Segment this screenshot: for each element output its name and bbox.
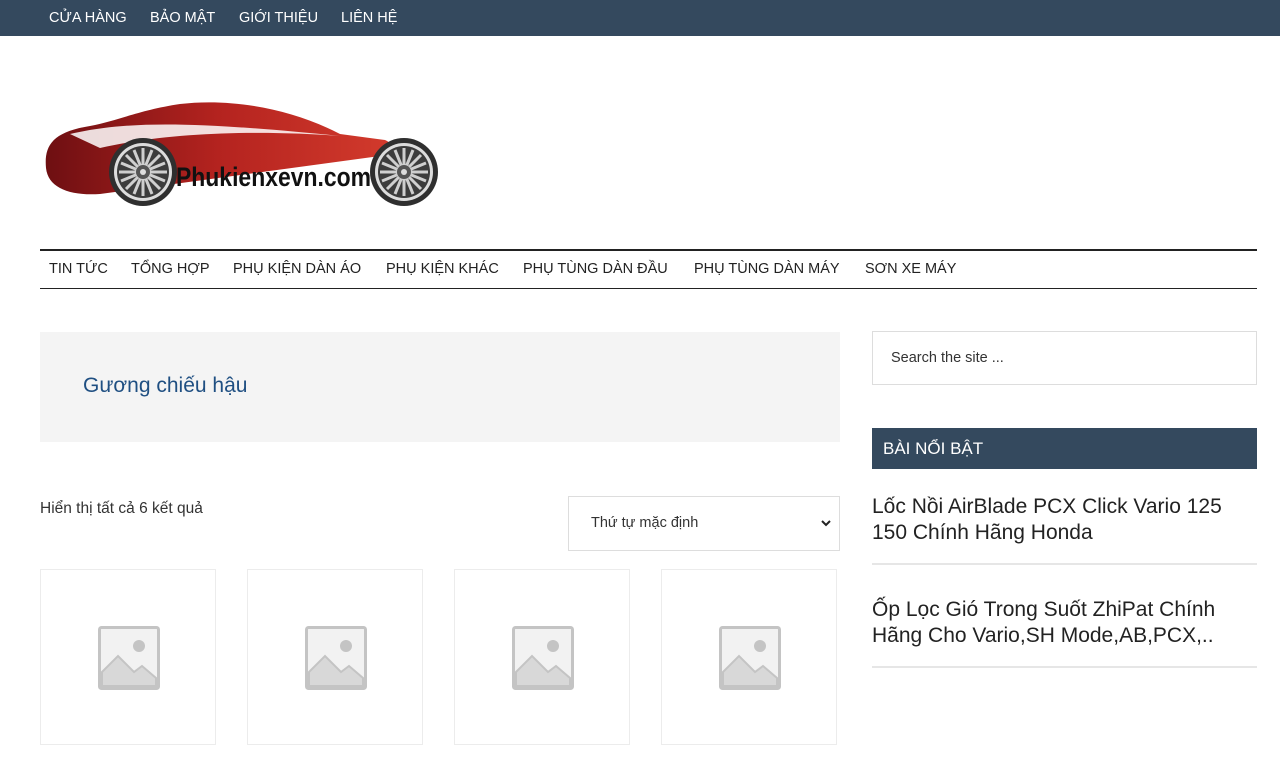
sort-selected-value: Thứ tự mặc định xyxy=(591,515,699,531)
logo-text: Phukienxevn.com xyxy=(176,162,371,192)
product-card[interactable] xyxy=(40,569,216,745)
main-navigation: TIN TỨC TỔNG HỢP PHỤ KIỆN DÀN ÁO PHỤ KIỆ… xyxy=(40,249,1257,289)
image-placeholder-icon xyxy=(512,626,574,690)
image-placeholder-icon xyxy=(305,626,367,690)
image-placeholder-icon xyxy=(98,626,160,690)
top-nav-shop[interactable]: CỬA HÀNG xyxy=(49,0,127,36)
featured-widget-title: BÀI NỔI BẬT xyxy=(883,439,984,458)
list-item: Ốp Lọc Gió Trong Suốt ZhiPat Chính Hãng … xyxy=(872,597,1257,668)
image-placeholder-icon xyxy=(719,626,781,690)
featured-post-link[interactable]: Ốp Lọc Gió Trong Suốt ZhiPat Chính Hãng … xyxy=(872,597,1257,649)
nav-item-other-accessories[interactable]: PHỤ KIỆN KHÁC xyxy=(386,251,499,288)
site-logo[interactable]: Phukienxevn.com xyxy=(40,96,444,214)
top-bar: CỬA HÀNG BẢO MẬT GIỚI THIỆU LIÊN HỆ xyxy=(0,0,1280,36)
category-header: Gương chiếu hậu xyxy=(40,332,840,442)
car-logo-image: Phukienxevn.com xyxy=(45,102,440,208)
chevron-down-icon xyxy=(821,520,831,527)
nav-item-summary[interactable]: TỔNG HỢP xyxy=(131,251,210,288)
product-card[interactable] xyxy=(661,569,837,745)
top-nav-privacy[interactable]: BẢO MẬT xyxy=(150,0,215,36)
nav-item-body-accessories[interactable]: PHỤ KIỆN DÀN ÁO xyxy=(233,251,361,288)
featured-post-link[interactable]: Lốc Nồi AirBlade PCX Click Vario 125 150… xyxy=(872,494,1257,546)
nav-item-front-parts[interactable]: PHỤ TÙNG DÀN ĐẦU xyxy=(523,251,668,288)
category-title: Gương chiếu hậu xyxy=(83,374,248,397)
product-card[interactable] xyxy=(454,569,630,745)
top-nav-about[interactable]: GIỚI THIỆU xyxy=(239,0,318,36)
nav-item-engine-parts[interactable]: PHỤ TÙNG DÀN MÁY xyxy=(694,251,840,288)
nav-item-motorbike-paint[interactable]: SƠN XE MÁY xyxy=(865,251,956,288)
sort-select[interactable]: Thứ tự mặc định xyxy=(568,496,840,551)
top-nav-contact[interactable]: LIÊN HỆ xyxy=(341,0,397,36)
list-item: Lốc Nồi AirBlade PCX Click Vario 125 150… xyxy=(872,494,1257,565)
result-count: Hiển thị tất cả 6 kết quả xyxy=(40,500,203,517)
nav-item-news[interactable]: TIN TỨC xyxy=(49,251,108,288)
product-card[interactable] xyxy=(247,569,423,745)
featured-widget-header: BÀI NỔI BẬT xyxy=(872,428,1257,469)
search-input[interactable] xyxy=(872,331,1257,385)
